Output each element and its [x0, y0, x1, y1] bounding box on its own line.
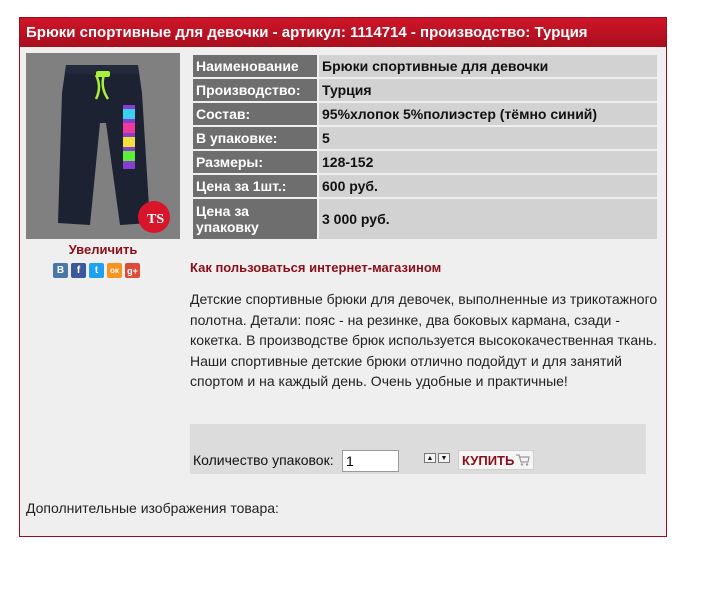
- buy-button[interactable]: КУПИТЬ: [458, 450, 535, 470]
- spec-value: 3 000 руб.: [319, 199, 657, 239]
- buy-label: КУПИТЬ: [462, 452, 515, 468]
- extra-images-label: Дополнительные изображения товара:: [26, 500, 279, 516]
- spec-label: Размеры:: [193, 151, 317, 173]
- quantity-up-button[interactable]: ▲: [424, 453, 436, 463]
- spec-row: Размеры: 128-152: [193, 151, 657, 173]
- spec-value: Турция: [319, 79, 657, 101]
- pants-image: TS: [26, 53, 180, 239]
- spec-label: Цена за 1шт.:: [193, 175, 317, 197]
- spec-row: В упаковке: 5: [193, 127, 657, 149]
- spec-row: Состав: 95%хлопок 5%полиэстер (тёмно син…: [193, 103, 657, 125]
- spec-row: Производство: Турция: [193, 79, 657, 101]
- spec-label: Производство:: [193, 79, 317, 101]
- zoom-link[interactable]: Увеличить: [26, 242, 180, 257]
- product-photo[interactable]: TS: [26, 53, 180, 239]
- product-description: Детские спортивные брюки для девочек, вы…: [190, 291, 658, 389]
- spec-row: Цена за упаковку 3 000 руб.: [193, 199, 657, 239]
- facebook-icon[interactable]: f: [71, 263, 86, 278]
- spec-label: Цена за упаковку: [193, 199, 317, 239]
- spec-row: Наименование Брюки спортивные для девочк…: [193, 55, 657, 77]
- spec-label: Состав:: [193, 103, 317, 125]
- quantity-input[interactable]: [342, 450, 399, 472]
- howto-link[interactable]: Как пользоваться интернет-магазином: [190, 260, 441, 275]
- quantity-label: Количество упаковок:: [193, 452, 334, 468]
- spec-value: 128-152: [319, 151, 657, 173]
- spec-value: 5: [319, 127, 657, 149]
- spec-value: 95%хлопок 5%полиэстер (тёмно синий): [319, 103, 657, 125]
- brand-logo: TS: [147, 212, 164, 227]
- spec-value: Брюки спортивные для девочки: [319, 55, 657, 77]
- product-card: Брюки спортивные для девочки - артикул: …: [19, 17, 667, 537]
- specs-table: Наименование Брюки спортивные для девочк…: [191, 53, 659, 241]
- order-panel: Количество упаковок: ▲ ▼ КУПИТЬ: [190, 424, 646, 474]
- googleplus-icon[interactable]: g+: [125, 263, 140, 278]
- quantity-down-button[interactable]: ▼: [438, 453, 450, 463]
- vk-icon[interactable]: В: [53, 263, 68, 278]
- twitter-icon[interactable]: t: [89, 263, 104, 278]
- spec-label: В упаковке:: [193, 127, 317, 149]
- spec-value: 600 руб.: [319, 175, 657, 197]
- odnoklassniki-icon[interactable]: ок: [107, 263, 122, 278]
- spec-label: Наименование: [193, 55, 317, 77]
- cart-icon: [516, 454, 531, 466]
- product-title: Брюки спортивные для девочки - артикул: …: [20, 18, 666, 47]
- social-share-bar: В f t ок g+: [53, 263, 140, 278]
- spec-row: Цена за 1шт.: 600 руб.: [193, 175, 657, 197]
